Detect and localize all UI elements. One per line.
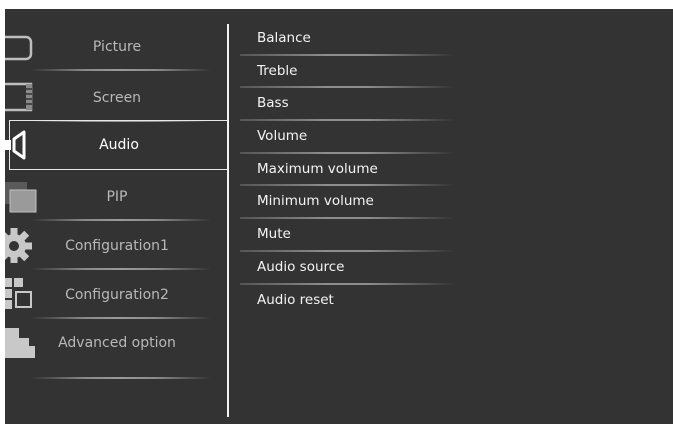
submenu-item-label: Balance	[257, 30, 311, 46]
submenu-item-volume[interactable]: Volume	[240, 121, 460, 154]
submenu-item-label: Volume	[257, 128, 308, 145]
menu-item-configuration2[interactable]: Configuration2	[5, 270, 229, 319]
menu-item-advanced-option[interactable]: Advanced option	[5, 318, 229, 379]
menu-divider	[227, 24, 229, 417]
submenu-item-label: Treble	[257, 62, 298, 79]
submenu-item-bass[interactable]: Bass	[240, 88, 460, 122]
divider	[31, 377, 211, 379]
menu-item-screen[interactable]: Screen	[5, 73, 229, 122]
menu-item-picture[interactable]: Picture	[5, 22, 229, 71]
submenu-item-label: Bass	[257, 95, 289, 112]
menu-item-label: Configuration2	[65, 286, 169, 303]
submenu-item-label: Audio source	[257, 258, 345, 275]
menu-item-label: Audio	[99, 137, 139, 153]
main-menu: Picture Screen Audio PIP Configuration1 …	[5, 22, 230, 412]
submenu-item-audio-reset[interactable]: Audio reset	[240, 285, 460, 318]
submenu-item-label: Audio reset	[257, 291, 334, 308]
menu-item-pip[interactable]: PIP	[5, 172, 229, 221]
submenu-item-label: Mute	[257, 226, 291, 243]
menu-item-audio[interactable]: Audio	[5, 120, 229, 170]
submenu-item-minimum-volume[interactable]: Minimum volume	[240, 186, 460, 220]
submenu-item-label: Maximum volume	[257, 160, 378, 177]
submenu-item-mute[interactable]: Mute	[240, 219, 460, 252]
osd-menu: Picture Screen Audio PIP Configuration1 …	[5, 9, 673, 424]
submenu-item-audio-source[interactable]: Audio source	[240, 252, 460, 285]
submenu-item-maximum-volume[interactable]: Maximum volume	[240, 154, 460, 187]
divider	[31, 69, 211, 71]
menu-item-label: Advanced option	[58, 334, 176, 351]
audio-submenu: Balance Treble Bass Volume Maximum volum…	[240, 23, 460, 317]
menu-item-label: Picture	[92, 38, 142, 55]
submenu-item-balance[interactable]: Balance	[240, 23, 460, 56]
screen: Picture Screen Audio PIP Configuration1 …	[0, 0, 673, 428]
submenu-item-treble[interactable]: Treble	[240, 56, 460, 89]
menu-item-configuration1[interactable]: Configuration1	[5, 221, 229, 270]
submenu-item-label: Minimum volume	[257, 193, 374, 210]
menu-item-label: Configuration1	[65, 237, 169, 254]
menu-item-label: Screen	[92, 89, 142, 106]
menu-item-label: PIP	[106, 188, 128, 205]
